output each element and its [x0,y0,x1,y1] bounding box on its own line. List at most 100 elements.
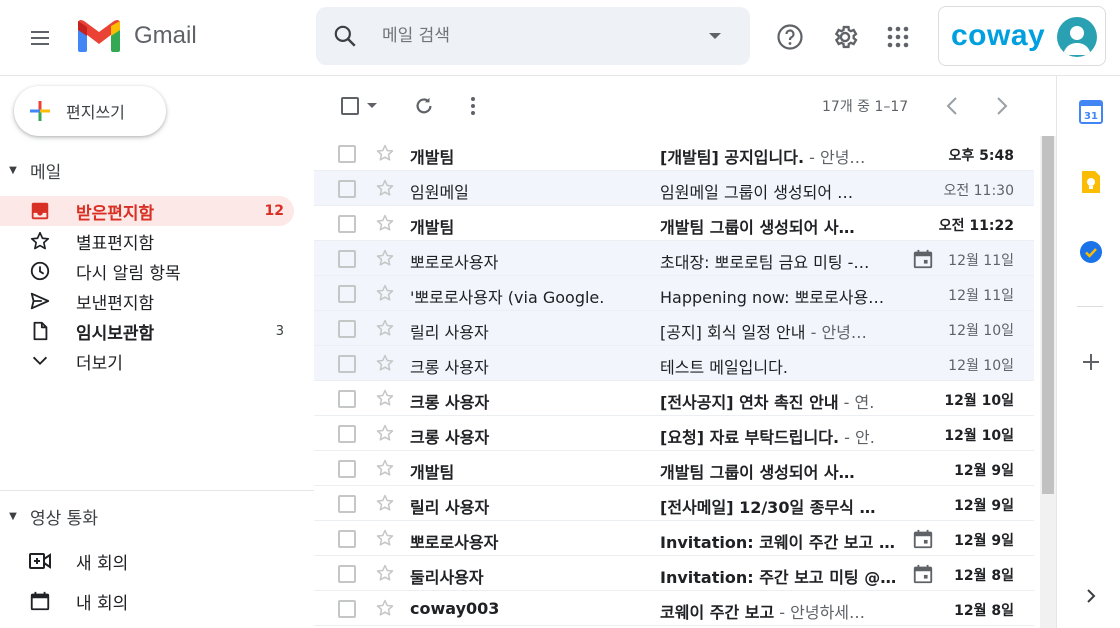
compose-button[interactable]: 편지쓰기 [14,86,166,136]
newer-page-button[interactable] [940,90,964,122]
email-row[interactable]: 임원메일 임원메일 그룹이 생성되어 … 오전 11:30 [314,171,1034,206]
email-subject-line: [전사공지] 연차 촉진 안내 - 연. [660,389,898,413]
search-options-button[interactable] [680,32,750,40]
email-row[interactable]: 둘리사용자 Invitation: 주간 보고 미팅 @… 12월 8일 [314,556,1034,591]
row-checkbox[interactable] [338,425,356,443]
search-input[interactable] [382,26,680,46]
video-section-toggle[interactable]: ▼ 영상 통화 [0,504,98,529]
google-calendar-icon: 31 [1079,100,1103,124]
email-subject: [개발팀] 공지입니다. [660,148,805,167]
email-sender: 개발팀 [410,148,455,167]
calendar-event-icon[interactable] [912,248,934,270]
email-row[interactable]: 릴리 사용자 [공지] 회식 일정 안내 - 안녕… 12월 10일 [314,311,1034,346]
row-checkbox[interactable] [338,250,356,268]
row-checkbox[interactable] [338,495,356,513]
sidebar-item-inbox[interactable]: 받은편지함 12 [0,196,294,226]
email-date: 12월 8일 [954,603,1014,619]
gmail-logo[interactable]: Gmail [76,18,197,54]
refresh-button[interactable] [408,90,440,122]
star-toggle[interactable] [374,492,396,514]
row-checkbox[interactable] [338,600,356,618]
calendar-event-icon[interactable] [912,528,934,550]
row-checkbox[interactable] [338,460,356,478]
star-toggle[interactable] [374,317,396,339]
star-toggle[interactable] [374,597,396,619]
email-subject-line: 임원메일 그룹이 생성되어 … [660,179,898,203]
star-toggle[interactable] [374,422,396,444]
row-checkbox[interactable] [338,565,356,583]
star-toggle[interactable] [374,527,396,549]
star-toggle[interactable] [374,387,396,409]
sidebar-item-more[interactable]: 더보기 [0,346,294,376]
email-subject-line: [전사메일] 12/30일 종무식 … [660,494,898,518]
row-checkbox[interactable] [338,145,356,163]
search-bar[interactable] [316,7,750,65]
email-row[interactable]: 크롱 사용자 테스트 메일입니다. 12월 10일 [314,346,1034,381]
email-subject-line: 개발팀 그룹이 생성되어 사… [660,214,898,238]
row-checkbox[interactable] [338,390,356,408]
list-scrollbar[interactable] [1040,136,1056,628]
sidebar-item-sent[interactable]: 보낸편지함 [0,286,294,316]
email-row[interactable]: 크롱 사용자 [요청] 자료 부탁드립니다. - 안. 12월 10일 [314,416,1034,451]
row-checkbox[interactable] [338,215,356,233]
sidebar-item-starred[interactable]: 별표편지함 [0,226,294,256]
support-button[interactable] [769,16,811,58]
row-checkbox[interactable] [338,355,356,373]
main-menu-button[interactable] [20,18,60,58]
sidebar-item-label: 받은편지함 [76,203,155,224]
plus-icon [1083,354,1099,370]
email-snippet: - 안녕… [805,323,867,342]
sidebar-item-snoozed[interactable]: 다시 알림 항목 [0,256,294,286]
get-addons-button[interactable] [1077,348,1105,376]
email-subject: 개발팀 그룹이 생성되어 사… [660,463,855,482]
google-apps-button[interactable] [877,16,919,58]
search-button[interactable] [316,7,374,65]
select-all-checkbox[interactable] [336,90,382,122]
email-row[interactable]: 뽀로로사용자 초대장: 뽀로로팀 금요 미팅 -… 12월 11일 [314,241,1034,276]
email-sender: 임원메일 [410,183,469,202]
email-row[interactable]: 개발팀 개발팀 그룹이 생성되어 사… 오전 11:22 [314,206,1034,241]
tasks-app-button[interactable] [1077,238,1105,266]
calendar-app-button[interactable]: 31 [1077,98,1105,126]
row-checkbox[interactable] [338,320,356,338]
app-name: Gmail [134,22,197,49]
email-date: 12월 10일 [948,358,1014,374]
star-toggle[interactable] [374,282,396,304]
row-checkbox[interactable] [338,530,356,548]
left-sidebar: 편지쓰기 ▼ 메일 받은편지함 12 별표편지함 다시 알림 항목 보낸편지함 … [0,76,314,628]
email-row[interactable]: 뽀로로사용자 Invitation: 코웨이 주간 보고 … 12월 9일 [314,521,1034,556]
email-row[interactable]: 크롱 사용자 [전사공지] 연차 촉진 안내 - 연. 12월 10일 [314,381,1034,416]
star-toggle[interactable] [374,247,396,269]
new-meeting-item[interactable]: 새 회의 [0,546,294,576]
older-page-button[interactable] [990,90,1014,122]
scrollbar-thumb[interactable] [1042,136,1054,494]
star-toggle[interactable] [374,142,396,164]
sidebar-item-drafts[interactable]: 임시보관함 3 [0,316,294,346]
account-switcher[interactable]: coway [938,6,1106,66]
email-row[interactable]: 릴리 사용자 [전사메일] 12/30일 종무식 … 12월 9일 [314,486,1034,521]
video-add-icon [26,547,54,575]
star-outline-icon [376,249,394,266]
mail-section-toggle[interactable]: ▼ 메일 [0,158,61,183]
row-checkbox[interactable] [338,180,356,198]
star-toggle[interactable] [374,457,396,479]
show-side-panel-button[interactable] [1077,582,1105,610]
settings-button[interactable] [824,16,866,58]
my-meetings-item[interactable]: 내 회의 [0,586,294,616]
email-row[interactable]: '뽀로로사용자 (via Google. Happening now: 뽀로로사용… [314,276,1034,311]
star-toggle[interactable] [374,352,396,374]
email-row[interactable]: coway003 코웨이 주간 보고 - 안녕하세… 12월 8일 [314,591,1034,626]
calendar-event-icon[interactable] [912,563,934,585]
email-row[interactable]: 개발팀 [개발팀] 공지입니다. - 안녕… 오후 5:48 [314,136,1034,171]
star-toggle[interactable] [374,177,396,199]
keep-app-button[interactable] [1077,168,1105,196]
email-row[interactable]: 개발팀 개발팀 그룹이 생성되어 사… 12월 9일 [314,451,1034,486]
row-checkbox[interactable] [338,285,356,303]
avatar[interactable] [1057,17,1097,57]
star-toggle[interactable] [374,562,396,584]
star-toggle[interactable] [374,212,396,234]
star-icon [26,227,54,255]
more-actions-button[interactable] [458,90,488,122]
star-outline-icon [376,494,394,511]
star-outline-icon [376,564,394,581]
